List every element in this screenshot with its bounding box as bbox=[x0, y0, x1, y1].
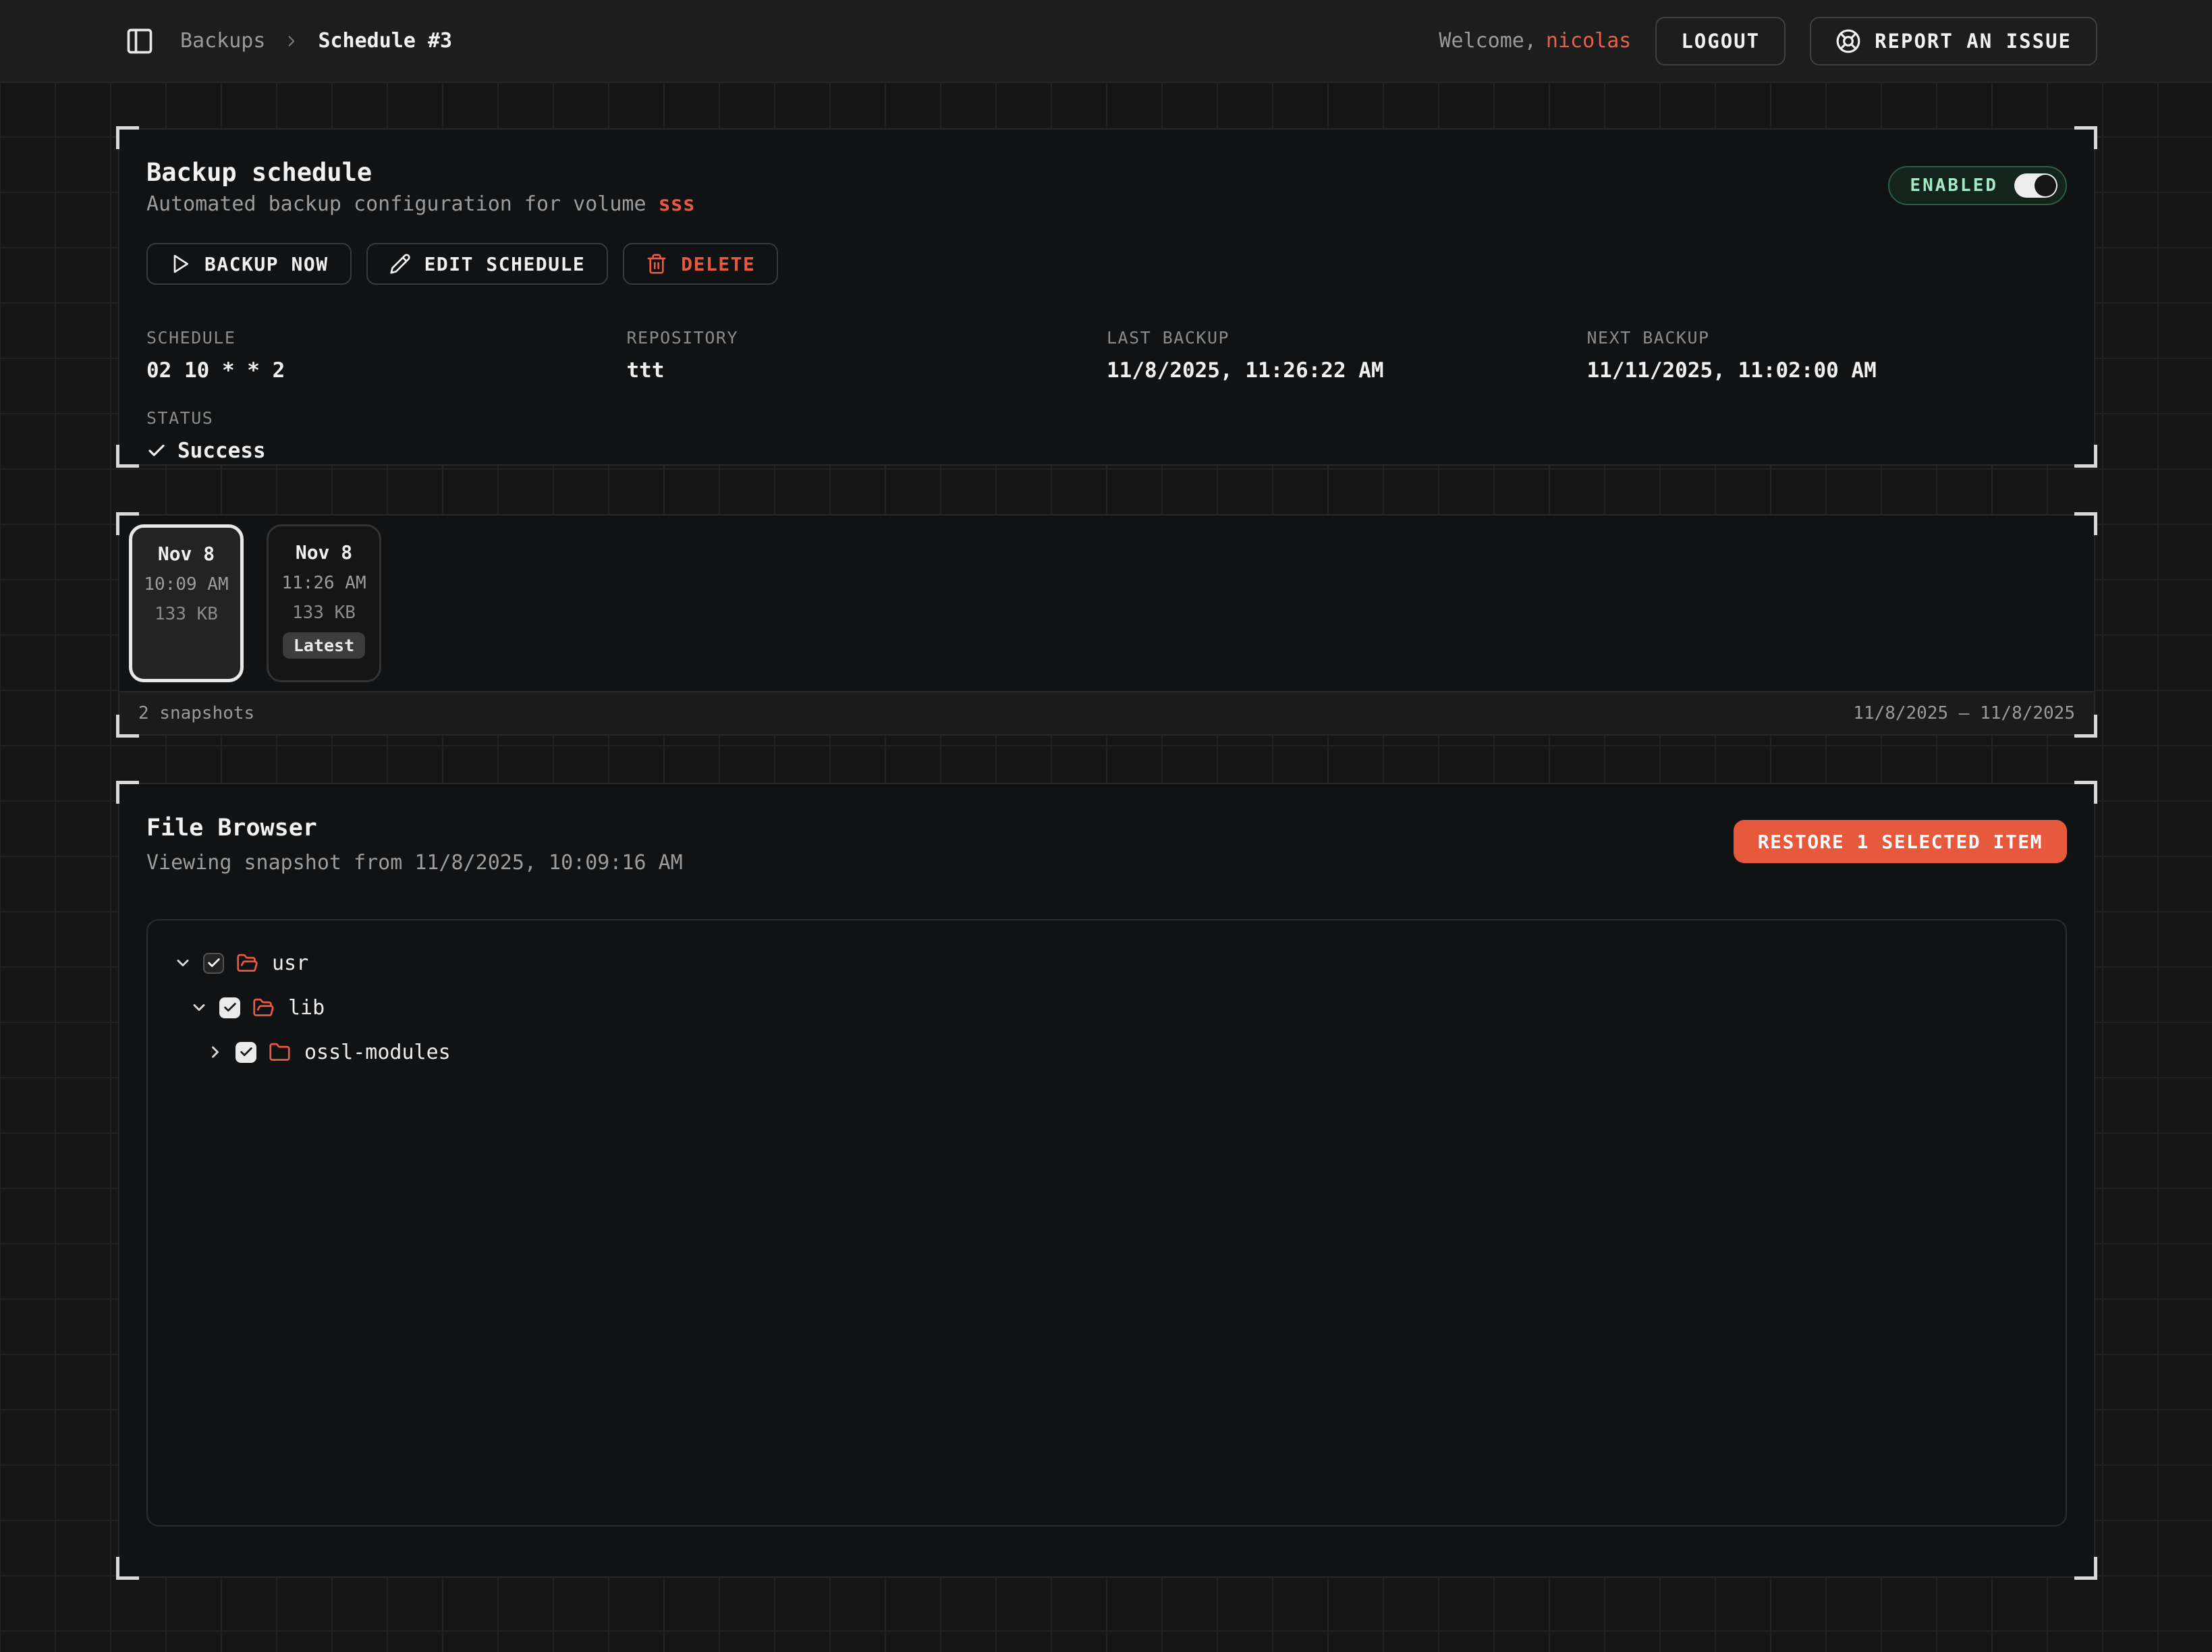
topbar: Backups Schedule #3 Welcome,nicolas LOGO… bbox=[0, 0, 2212, 83]
enabled-toggle[interactable]: ENABLED bbox=[1888, 166, 2067, 205]
chevron-down-icon[interactable] bbox=[173, 954, 192, 972]
file-tree: usr lib ossl-mod bbox=[146, 919, 2067, 1526]
breadcrumb-item-backups[interactable]: Backups bbox=[180, 29, 265, 53]
backup-now-button[interactable]: BACKUP NOW bbox=[146, 243, 352, 285]
corner-bracket bbox=[2074, 1557, 2097, 1580]
status-value: Success bbox=[146, 439, 2067, 463]
corner-bracket bbox=[2074, 445, 2097, 468]
chevron-right-icon bbox=[283, 32, 300, 50]
snapshot-date: Nov 8 bbox=[158, 543, 215, 565]
tree-item-name[interactable]: lib bbox=[288, 996, 325, 1020]
chevron-down-icon[interactable] bbox=[190, 998, 209, 1017]
corner-bracket bbox=[116, 1557, 139, 1580]
restore-selected-button[interactable]: RESTORE 1 SELECTED ITEM bbox=[1734, 820, 2067, 863]
file-browser-title: File Browser bbox=[146, 815, 683, 842]
snapshot-size: 133 KB bbox=[155, 604, 218, 624]
life-buoy-icon bbox=[1835, 28, 1861, 54]
check-icon bbox=[146, 441, 167, 461]
field-value: 11/8/2025, 11:26:22 AM bbox=[1107, 358, 1587, 383]
latest-badge: Latest bbox=[283, 632, 365, 659]
tree-row[interactable]: ossl-modules bbox=[173, 1030, 2040, 1074]
welcome-text: Welcome,nicolas bbox=[1439, 29, 1631, 53]
schedule-title: Backup schedule bbox=[146, 158, 695, 187]
snapshot-card[interactable]: Nov 8 10:09 AM 133 KB bbox=[129, 524, 244, 682]
schedule-field: REPOSITORY ttt bbox=[627, 328, 1107, 383]
sidebar-toggle-button[interactable] bbox=[125, 26, 155, 56]
snapshot-footer: 2 snapshots 11/8/2025 – 11/8/2025 bbox=[119, 691, 2094, 734]
volume-name: sss bbox=[659, 192, 695, 216]
field-label: REPOSITORY bbox=[627, 328, 1107, 348]
play-icon bbox=[169, 253, 191, 275]
status-block: STATUS Success bbox=[146, 408, 2067, 463]
field-value: ttt bbox=[627, 358, 1107, 383]
tree-checkbox[interactable] bbox=[219, 997, 240, 1018]
enabled-label: ENABLED bbox=[1910, 175, 1998, 196]
username: nicolas bbox=[1546, 29, 1631, 53]
tree-item-name[interactable]: ossl-modules bbox=[304, 1041, 451, 1064]
tree-item-name[interactable]: usr bbox=[272, 952, 308, 975]
snapshot-size: 133 KB bbox=[292, 603, 356, 623]
folder-icon bbox=[269, 1041, 291, 1064]
toggle-switch[interactable] bbox=[2014, 173, 2057, 198]
corner-bracket bbox=[2074, 126, 2097, 149]
topbar-right: Welcome,nicolas LOGOUT REPORT AN ISSUE bbox=[1439, 17, 2097, 65]
snapshot-date: Nov 8 bbox=[296, 541, 352, 563]
snapshot-time: 11:26 AM bbox=[281, 573, 366, 593]
breadcrumb: Backups Schedule #3 bbox=[180, 29, 452, 53]
corner-bracket bbox=[116, 715, 139, 738]
corner-bracket bbox=[116, 781, 139, 804]
report-issue-button[interactable]: REPORT AN ISSUE bbox=[1810, 17, 2097, 65]
snapshots-panel: Nov 8 10:09 AM 133 KB Nov 8 11:26 AM 133… bbox=[118, 514, 2095, 736]
corner-bracket bbox=[2074, 781, 2097, 804]
tree-checkbox[interactable] bbox=[203, 953, 224, 974]
schedule-field: NEXT BACKUP 11/11/2025, 11:02:00 AM bbox=[1587, 328, 2068, 383]
backup-schedule-card: Backup schedule Automated backup configu… bbox=[118, 128, 2095, 466]
field-value: 02 10 * * 2 bbox=[146, 358, 627, 383]
corner-bracket bbox=[2074, 715, 2097, 738]
snapshot-count: 2 snapshots bbox=[138, 703, 254, 723]
field-label: SCHEDULE bbox=[146, 328, 627, 348]
tree-checkbox[interactable] bbox=[236, 1042, 256, 1063]
field-label: LAST BACKUP bbox=[1107, 328, 1587, 348]
schedule-subtitle: Automated backup configuration for volum… bbox=[146, 192, 695, 216]
folder-open-icon bbox=[236, 952, 258, 974]
corner-bracket bbox=[116, 512, 139, 535]
corner-bracket bbox=[116, 445, 139, 468]
delete-button[interactable]: DELETE bbox=[623, 243, 778, 285]
tree-row[interactable]: lib bbox=[173, 985, 2040, 1030]
snapshot-card[interactable]: Nov 8 11:26 AM 133 KB Latest bbox=[267, 524, 381, 682]
schedule-field: SCHEDULE 02 10 * * 2 bbox=[146, 328, 627, 383]
edit-schedule-button[interactable]: EDIT SCHEDULE bbox=[366, 243, 609, 285]
panel-left-icon bbox=[125, 26, 155, 56]
snapshot-list: Nov 8 10:09 AM 133 KB Nov 8 11:26 AM 133… bbox=[119, 516, 2094, 691]
corner-bracket bbox=[116, 126, 139, 149]
snapshot-time: 10:09 AM bbox=[144, 574, 228, 595]
file-browser-panel: File Browser Viewing snapshot from 11/8/… bbox=[118, 783, 2095, 1578]
snapshot-date-range: 11/8/2025 – 11/8/2025 bbox=[1853, 703, 2075, 723]
pencil-icon bbox=[389, 253, 411, 275]
logout-button[interactable]: LOGOUT bbox=[1655, 17, 1786, 65]
file-browser-subtitle: Viewing snapshot from 11/8/2025, 10:09:1… bbox=[146, 851, 683, 875]
status-label: STATUS bbox=[146, 408, 2067, 428]
schedule-fields: SCHEDULE 02 10 * * 2 REPOSITORY ttt LAST… bbox=[146, 328, 2067, 383]
corner-bracket bbox=[2074, 512, 2097, 535]
breadcrumb-current: Schedule #3 bbox=[318, 29, 452, 53]
trash-icon bbox=[646, 253, 667, 275]
folder-open-icon bbox=[252, 997, 275, 1019]
schedule-field: LAST BACKUP 11/8/2025, 11:26:22 AM bbox=[1107, 328, 1587, 383]
field-value: 11/11/2025, 11:02:00 AM bbox=[1587, 358, 2068, 383]
tree-row[interactable]: usr bbox=[173, 941, 2040, 985]
chevron-right-icon[interactable] bbox=[206, 1043, 225, 1062]
toggle-knob bbox=[2035, 175, 2056, 196]
field-label: NEXT BACKUP bbox=[1587, 328, 2068, 348]
